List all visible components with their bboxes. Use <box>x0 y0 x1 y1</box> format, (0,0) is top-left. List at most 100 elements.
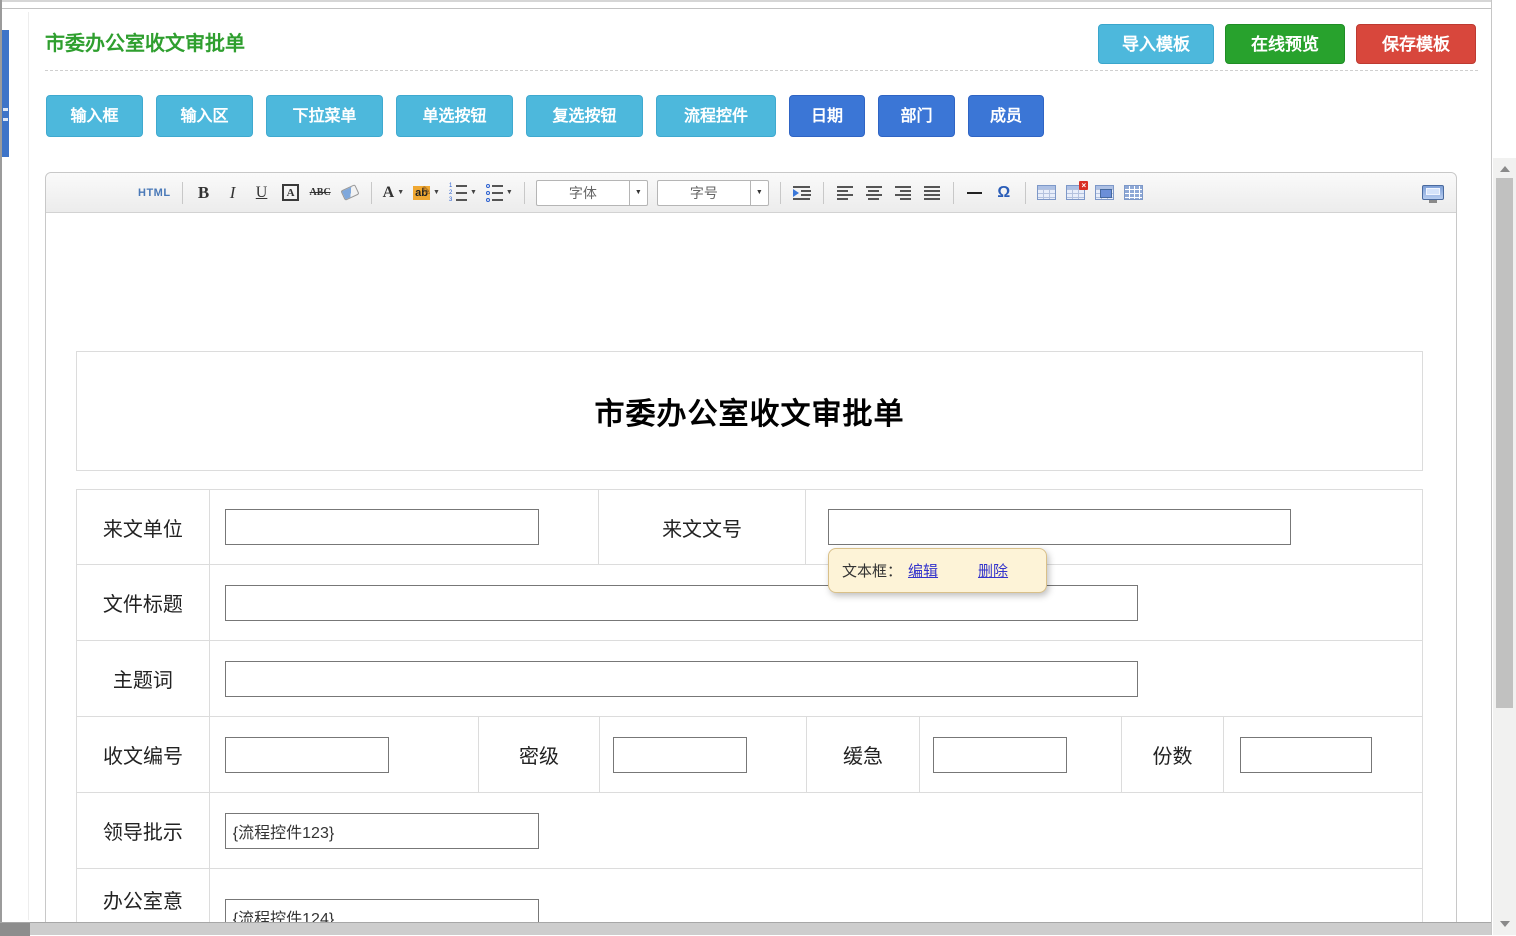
miji-input[interactable] <box>613 737 747 773</box>
window-top-edge <box>0 0 1516 2</box>
editor-canvas[interactable]: 市委办公室收文审批单 来文单位 来文文号 文件标题 <box>46 213 1456 934</box>
insert-input-box-button[interactable]: 输入框 <box>46 95 143 137</box>
field-label-wenjian-biaoti: 文件标题 <box>77 565 210 640</box>
tooltip-delete-link[interactable]: 删除 <box>978 560 1008 581</box>
window-bottom-corner <box>0 923 30 936</box>
html-source-button[interactable]: HTML <box>138 180 171 206</box>
insert-dropdown-button[interactable]: 下拉菜单 <box>266 95 383 137</box>
input-cell <box>210 717 479 792</box>
online-preview-button[interactable]: 在线预览 <box>1225 24 1345 64</box>
scrollbar-track[interactable] <box>1493 158 1516 935</box>
insert-flow-control-button[interactable]: 流程控件 <box>656 95 776 137</box>
table-properties-icon <box>1124 185 1143 200</box>
underline-button[interactable]: U <box>252 180 272 206</box>
align-left-icon <box>837 186 853 200</box>
highlight-color-button[interactable]: ab <box>413 180 440 206</box>
text-box-button[interactable]: A <box>281 180 301 206</box>
chevron-down-icon[interactable] <box>629 181 647 205</box>
table-row: 来文单位 来文文号 <box>77 490 1422 565</box>
window-top-edge-line <box>0 8 1516 9</box>
boxed-a-icon: A <box>282 184 299 201</box>
bold-button[interactable]: B <box>194 180 214 206</box>
font-family-value: 字体 <box>537 181 629 205</box>
horizontal-rule-icon <box>967 192 982 194</box>
shouwen-bianhao-input[interactable] <box>225 737 389 773</box>
input-cell <box>210 490 599 564</box>
import-template-button[interactable]: 导入模板 <box>1098 24 1214 64</box>
remove-format-button[interactable] <box>340 180 360 206</box>
align-center-button[interactable] <box>864 180 884 206</box>
scroll-down-arrow-icon[interactable] <box>1500 921 1510 927</box>
font-size-value: 字号 <box>658 181 750 205</box>
table-icon <box>1037 185 1056 200</box>
header-divider <box>45 70 1478 71</box>
chevron-down-icon[interactable] <box>750 181 768 205</box>
font-color-icon: A <box>383 184 395 202</box>
fullscreen-button[interactable] <box>1422 180 1444 206</box>
field-label-fenshu: 份数 <box>1122 717 1224 792</box>
cell-properties-icon <box>1095 185 1114 200</box>
huanji-input[interactable] <box>933 737 1067 773</box>
delete-table-icon <box>1066 185 1085 200</box>
input-cell <box>920 717 1122 792</box>
italic-button[interactable]: I <box>223 180 243 206</box>
scrollbar-thumb[interactable] <box>1496 178 1513 708</box>
field-label-laiwen-wenhao: 来文文号 <box>599 490 806 564</box>
align-justify-button[interactable] <box>922 180 942 206</box>
scroll-up-arrow-icon[interactable] <box>1500 166 1510 172</box>
field-label-lingdao-pishi: 领导批示 <box>77 793 210 868</box>
panel-left-edge <box>28 12 29 920</box>
insert-checkbox-button[interactable]: 复选按钮 <box>526 95 643 137</box>
insert-date-button[interactable]: 日期 <box>789 95 865 137</box>
cell-properties-button[interactable] <box>1095 180 1115 206</box>
delete-table-button[interactable] <box>1066 180 1086 206</box>
insert-member-button[interactable]: 成员 <box>968 95 1044 137</box>
left-blue-strip <box>2 30 9 157</box>
header-actions: 导入模板 在线预览 保存模板 <box>1098 24 1476 64</box>
align-right-icon <box>895 186 911 200</box>
zhutici-input[interactable] <box>225 661 1138 697</box>
indent-button[interactable] <box>792 180 812 206</box>
toolbar-separator <box>524 182 525 204</box>
align-center-icon <box>866 186 882 200</box>
save-template-button[interactable]: 保存模板 <box>1356 24 1476 64</box>
ordered-list-button[interactable]: 1 2 3 <box>449 180 477 206</box>
font-family-select[interactable]: 字体 <box>536 180 648 206</box>
align-right-button[interactable] <box>893 180 913 206</box>
horizontal-rule-button[interactable] <box>965 180 985 206</box>
insert-textarea-button[interactable]: 输入区 <box>156 95 253 137</box>
input-cell <box>210 793 1422 868</box>
special-char-button[interactable]: Ω <box>994 180 1014 206</box>
insert-radio-button[interactable]: 单选按钮 <box>396 95 513 137</box>
align-left-button[interactable] <box>835 180 855 206</box>
fenshu-input[interactable] <box>1240 737 1372 773</box>
lingdao-pishi-input[interactable] <box>225 813 539 849</box>
unordered-list-button[interactable] <box>486 180 513 206</box>
omega-icon: Ω <box>997 184 1010 202</box>
table-properties-button[interactable] <box>1124 180 1144 206</box>
field-label-zhutici: 主题词 <box>77 641 210 716</box>
window-bottom-bar <box>0 922 1491 935</box>
vertical-scrollbar[interactable] <box>1491 0 1516 935</box>
field-label-huanji: 缓急 <box>807 717 920 792</box>
font-color-button[interactable]: A <box>383 180 405 206</box>
editor-toolbar: HTML B I U A ABC A ab 1 2 3 字体 <box>46 173 1456 213</box>
tooltip-label: 文本框： <box>842 560 902 581</box>
insert-department-button[interactable]: 部门 <box>878 95 955 137</box>
laiwen-wenhao-input[interactable] <box>828 509 1291 545</box>
widget-button-row: 输入框 输入区 下拉菜单 单选按钮 复选按钮 流程控件 日期 部门 成员 <box>46 95 1044 137</box>
indent-icon <box>793 186 811 200</box>
insert-table-button[interactable] <box>1037 180 1057 206</box>
form-title: 市委办公室收文审批单 <box>595 389 905 433</box>
align-justify-icon <box>924 186 940 200</box>
font-size-select[interactable]: 字号 <box>657 180 769 206</box>
toolbar-separator <box>823 182 824 204</box>
input-cell <box>210 641 1422 716</box>
tooltip-edit-link[interactable]: 编辑 <box>908 560 938 581</box>
form-table: 来文单位 来文文号 文件标题 主题词 <box>76 489 1423 934</box>
field-label-laiwen-danwei: 来文单位 <box>77 490 210 564</box>
strikethrough-button[interactable]: ABC <box>310 180 331 206</box>
unordered-list-icon <box>486 184 503 202</box>
laiwen-danwei-input[interactable] <box>225 509 539 545</box>
rich-text-editor: HTML B I U A ABC A ab 1 2 3 字体 <box>45 172 1457 935</box>
